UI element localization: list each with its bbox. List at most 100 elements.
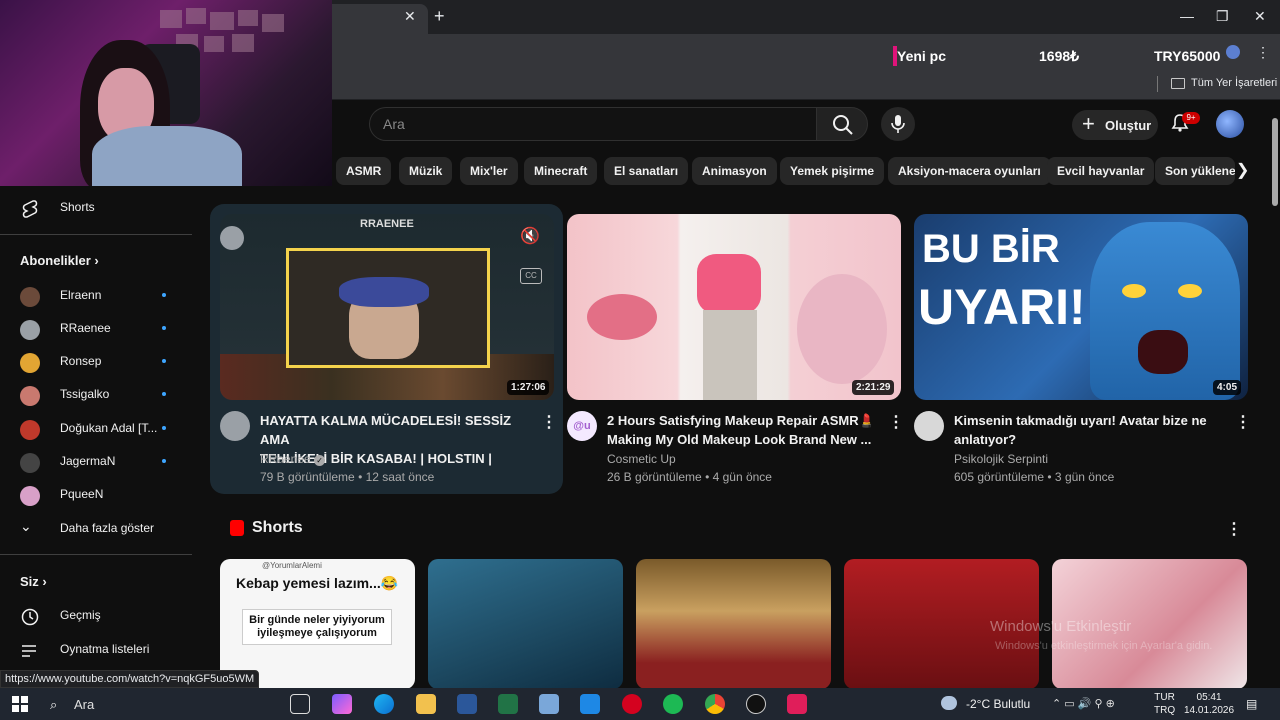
input-language[interactable]: TUR TRQ (1154, 691, 1175, 717)
scrollbar-thumb[interactable] (1272, 118, 1278, 206)
close-tab-icon[interactable]: ✕ (404, 8, 416, 25)
weather-widget[interactable]: -2°C Bulutlu (966, 697, 1030, 711)
new-content-dot (162, 426, 166, 430)
restore-icon[interactable]: ❐ (1216, 8, 1229, 25)
browser-menu-icon[interactable]: ⋮ (1256, 44, 1270, 61)
copilot-icon[interactable] (332, 694, 352, 714)
excel-icon[interactable] (498, 694, 518, 714)
chip-mixler[interactable]: Mix'ler (460, 157, 518, 185)
file-explorer-icon[interactable] (416, 694, 436, 714)
show-more-button[interactable]: ⌄ Daha fazla göster (0, 513, 192, 543)
more-options-icon[interactable]: ⋮ (541, 412, 557, 432)
thumbnail-headline-2: UYARI! (918, 279, 1086, 335)
sidebar-item-shorts[interactable]: Shorts (0, 192, 192, 222)
minimize-icon[interactable]: — (1180, 8, 1194, 24)
taskbar-search[interactable]: Ara (74, 697, 94, 712)
bookmarks-divider (1157, 76, 1158, 92)
subscription-item[interactable]: Ronsep (0, 346, 192, 376)
chip-son-yuklenenler[interactable]: Son yüklenenler (1155, 157, 1235, 185)
chip-yemek[interactable]: Yemek pişirme (780, 157, 885, 185)
channel-name[interactable]: Cosmetic Up (607, 452, 676, 466)
subscription-item[interactable]: RRaenee (0, 313, 192, 343)
channel-avatar[interactable] (914, 411, 944, 441)
channel-name: Tssigalko (60, 387, 110, 401)
chip-asmr[interactable]: ASMR (336, 157, 392, 185)
notification-icon[interactable]: ▤ (1246, 697, 1257, 711)
short-card[interactable] (428, 559, 623, 689)
folder-icon[interactable] (1171, 78, 1185, 89)
video-thumbnail[interactable]: RRAENEE 🔇 CC (220, 214, 554, 400)
edge-icon[interactable] (374, 694, 394, 714)
chip-animasyon[interactable]: Animasyon (692, 157, 777, 185)
chip-muzik[interactable]: Müzik (399, 157, 453, 185)
subscription-item[interactable]: JagermaN (0, 446, 192, 476)
account-avatar[interactable] (1216, 110, 1244, 138)
sidebar-item-history[interactable]: Geçmiş (0, 600, 192, 630)
wall-poster (262, 14, 284, 32)
video-thumbnail[interactable] (567, 214, 901, 400)
subscription-item[interactable]: PqueeN (0, 479, 192, 509)
clock-date: 14.01.2026 (1184, 705, 1235, 716)
video-title-line1: 2 Hours Satisfying Makeup Repair ASMR💄 (607, 413, 875, 428)
thumbnail-lips (587, 294, 657, 340)
subscriptions-heading[interactable]: Abonelikler › (20, 253, 99, 268)
keyboard-layout: TRQ (1154, 705, 1176, 716)
chrome-icon[interactable] (705, 694, 725, 714)
chevron-right-icon: › (42, 574, 47, 589)
channel-name[interactable]: Psikolojik Serpinti (954, 452, 1048, 466)
short-card[interactable] (636, 559, 831, 689)
more-options-icon[interactable]: ⋮ (888, 412, 904, 432)
profile-globe-icon[interactable] (1226, 45, 1240, 59)
create-button[interactable]: + Oluştur (1072, 110, 1158, 140)
captions-icon[interactable]: CC (520, 268, 542, 284)
subscription-item[interactable]: Doğukan Adal [T... (0, 413, 192, 443)
you-heading[interactable]: Siz › (20, 574, 47, 589)
facecam-frame (286, 248, 490, 368)
sidebar-item-playlists[interactable]: Oynatma listeleri (0, 634, 192, 664)
chevron-right-icon[interactable]: ❯ (1236, 160, 1249, 180)
more-options-icon[interactable]: ⋮ (1235, 412, 1251, 432)
webcam-overlay (0, 0, 332, 186)
spotify-icon[interactable] (663, 694, 683, 714)
channel-avatar[interactable]: @u (567, 411, 597, 441)
new-tab-icon[interactable]: + (434, 6, 445, 27)
all-bookmarks-link[interactable]: Tüm Yer İşaretleri (1191, 77, 1277, 89)
chip-minecraft[interactable]: Minecraft (524, 157, 598, 185)
channel-name: Doğukan Adal [T... (60, 421, 158, 435)
search-icon (833, 115, 853, 135)
sidebar-item-label: Shorts (60, 200, 95, 214)
short-handle: @YorumlarAlemi (262, 561, 322, 570)
shorts-heading: Shorts (252, 519, 303, 536)
plus-icon: + (1082, 111, 1095, 136)
app-icon[interactable] (787, 694, 807, 714)
obs-icon[interactable] (746, 694, 766, 714)
shorts-more-icon[interactable]: ⋮ (1226, 519, 1242, 539)
search-input[interactable] (369, 107, 816, 141)
search-button[interactable] (816, 107, 868, 141)
window-close-icon[interactable]: ✕ (1254, 8, 1266, 25)
search-placeholder: Ara (383, 116, 405, 132)
channel-avatar[interactable] (220, 411, 250, 441)
video-title[interactable]: Kimsenin takmadığı uyarı! Avatar bize ne… (954, 411, 1234, 449)
chip-evcil[interactable]: Evcil hayvanlar (1047, 157, 1155, 185)
opera-icon[interactable] (622, 694, 642, 714)
subscription-item[interactable]: Elraenn (0, 280, 192, 310)
taskbar-clock[interactable]: 05:41 14.01.2026 (1184, 691, 1234, 717)
chip-el-sanatlari[interactable]: El sanatları (604, 157, 689, 185)
task-view-icon[interactable] (290, 694, 310, 714)
thumbnail-eye-right (1178, 284, 1202, 298)
windows-start-icon[interactable] (12, 696, 28, 712)
chip-aksiyon[interactable]: Aksiyon-macera oyunları (888, 157, 1051, 185)
word-icon[interactable] (457, 694, 477, 714)
system-tray-icons[interactable]: ⌃ ▭ 🔊 ⚲ ⊕ (1052, 697, 1115, 710)
search-icon[interactable]: ⌕ (50, 697, 57, 713)
voice-search-button[interactable] (881, 107, 915, 141)
facecam-headset (339, 277, 429, 307)
subscription-item[interactable]: Tssigalko (0, 379, 192, 409)
channel-name[interactable]: RRaenee ✓ (260, 452, 326, 466)
video-title[interactable]: 2 Hours Satisfying Makeup Repair ASMR💄 Ma… (607, 411, 887, 449)
mute-icon[interactable]: 🔇 (520, 226, 542, 248)
video-thumbnail[interactable]: BU BİR UYARI! (914, 214, 1248, 400)
calculator-icon[interactable] (539, 694, 559, 714)
store-icon[interactable] (580, 694, 600, 714)
